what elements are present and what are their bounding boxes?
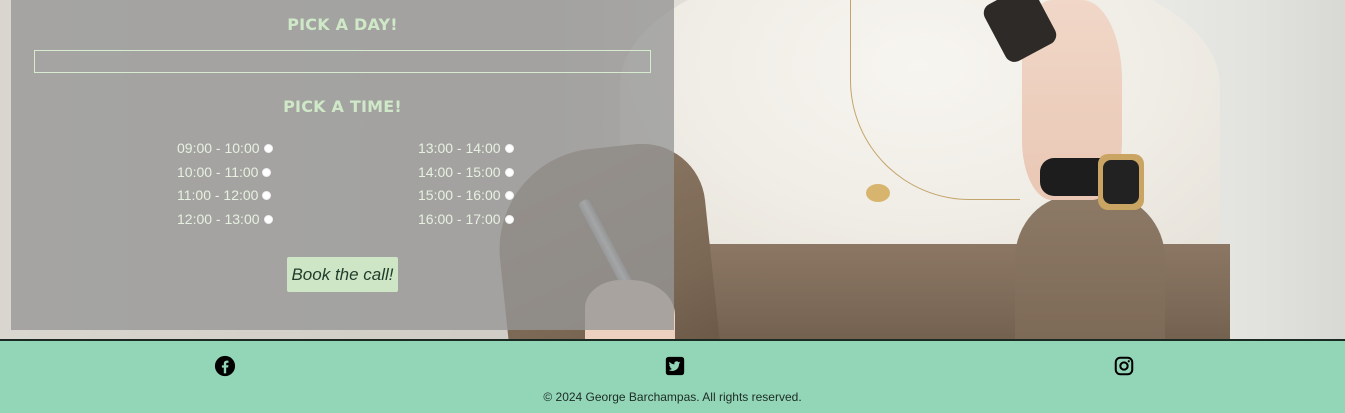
pick-time-heading: PICK A TIME! xyxy=(283,97,402,116)
time-slot-1600[interactable]: 16:00 - 17:00 xyxy=(418,209,514,229)
time-slot-radio[interactable] xyxy=(504,190,514,200)
time-slot-1200[interactable]: 12:00 - 13:00 xyxy=(177,209,273,229)
time-slot-label: 14:00 - 15:00 xyxy=(418,164,501,180)
copyright-text: © 2024 George Barchampas. All rights res… xyxy=(543,390,802,404)
date-input[interactable] xyxy=(34,50,651,73)
watch-face xyxy=(1098,154,1144,210)
time-slot-radio[interactable] xyxy=(262,167,272,177)
time-slot-radio[interactable] xyxy=(263,214,273,224)
time-slot-radio[interactable] xyxy=(504,214,514,224)
time-slot-radio[interactable] xyxy=(504,167,514,177)
time-slot-label: 09:00 - 10:00 xyxy=(177,140,260,156)
sleeve-right xyxy=(1015,195,1165,340)
facebook-icon-graphic xyxy=(214,355,236,377)
twitter-icon[interactable] xyxy=(664,355,686,377)
facebook-icon[interactable] xyxy=(214,355,236,377)
instagram-icon-graphic xyxy=(1114,356,1134,376)
instagram-icon[interactable] xyxy=(1113,355,1135,377)
time-slot-0900[interactable]: 09:00 - 10:00 xyxy=(177,138,273,158)
time-slot-label: 15:00 - 16:00 xyxy=(418,187,501,203)
time-slot-1400[interactable]: 14:00 - 15:00 xyxy=(418,162,514,182)
time-slot-label: 10:00 - 11:00 xyxy=(177,164,259,180)
time-slot-1100[interactable]: 11:00 - 12:00 xyxy=(177,185,272,205)
time-slot-1500[interactable]: 15:00 - 16:00 xyxy=(418,185,514,205)
time-slot-radio[interactable] xyxy=(262,190,272,200)
time-slot-1000[interactable]: 10:00 - 11:00 xyxy=(177,162,272,182)
time-slot-label: 12:00 - 13:00 xyxy=(177,211,260,227)
necklace-pendant xyxy=(866,184,890,202)
booking-form-panel: PICK A DAY! PICK A TIME! 09:00 - 10:00 1… xyxy=(11,0,674,330)
time-slot-label: 11:00 - 12:00 xyxy=(177,187,259,203)
time-slot-label: 16:00 - 17:00 xyxy=(418,211,501,227)
time-slot-radio[interactable] xyxy=(263,143,273,153)
book-call-button[interactable]: Book the call! xyxy=(287,257,398,292)
twitter-icon-graphic xyxy=(665,356,685,376)
footer: © 2024 George Barchampas. All rights res… xyxy=(0,339,1345,413)
time-slot-label: 13:00 - 14:00 xyxy=(418,140,501,156)
time-slot-1300[interactable]: 13:00 - 14:00 xyxy=(418,138,514,158)
pick-day-heading: PICK A DAY! xyxy=(287,15,398,34)
time-slot-radio[interactable] xyxy=(504,143,514,153)
